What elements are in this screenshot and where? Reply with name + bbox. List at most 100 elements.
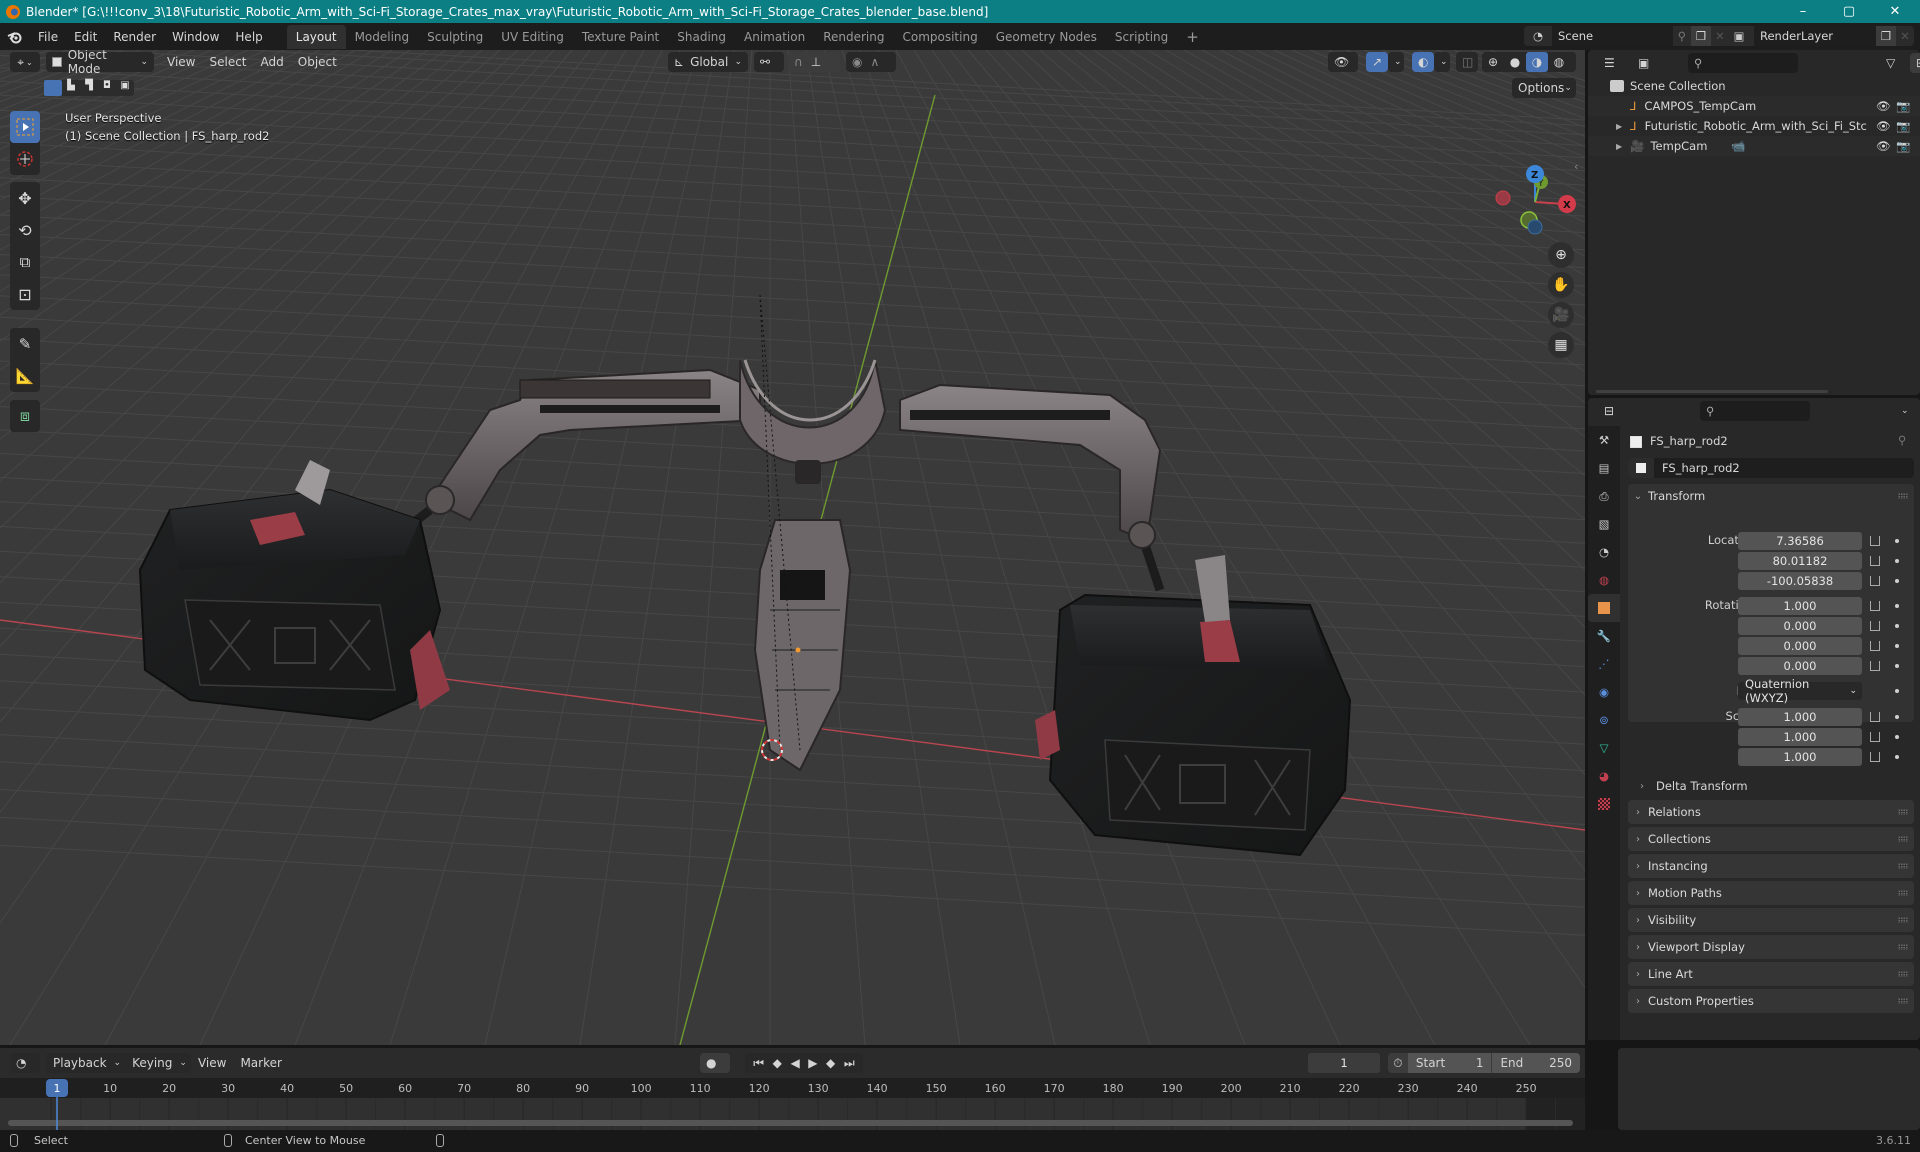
auto-keying-toggle[interactable]: ● xyxy=(700,1053,730,1073)
rotation-w-field[interactable]: 1.000 xyxy=(1738,597,1862,615)
gizmo-toggle[interactable]: ↗ xyxy=(1366,52,1388,72)
lock-icon[interactable] xyxy=(1870,621,1880,631)
object-browse-icon[interactable] xyxy=(1628,458,1654,478)
expand-arrow-icon[interactable]: ▶ xyxy=(1616,142,1622,151)
solid-shading-button[interactable]: ● xyxy=(1504,55,1526,69)
viewport-menu-select[interactable]: Select xyxy=(202,55,253,69)
select-intersect-button[interactable]: ▣ xyxy=(116,80,134,96)
select-new-button[interactable] xyxy=(44,80,62,96)
timeline-area[interactable]: 10 20 30 40 50 60 70 80 90 100 110 120 130 140 150 160 1… xyxy=(0,1078,1585,1130)
camera-view-button[interactable]: 🎥 xyxy=(1548,302,1574,328)
proportional-editing-toggle[interactable]: ◉ ∧ xyxy=(846,52,896,72)
tab-tool[interactable]: ⚒ xyxy=(1588,426,1620,454)
wireframe-shading-button[interactable]: ⊕ xyxy=(1482,55,1504,69)
timeline-editor-type[interactable]: ◔ xyxy=(10,1053,40,1073)
tab-particles[interactable]: ⋰ xyxy=(1588,650,1620,678)
tab-render[interactable]: ▤ xyxy=(1588,454,1620,482)
mode-dropdown[interactable]: Object Mode ⌄ xyxy=(46,50,154,76)
rendered-shading-button[interactable]: ◍ xyxy=(1548,55,1570,69)
menu-window[interactable]: Window xyxy=(164,26,227,48)
current-frame-field[interactable]: 1 xyxy=(1308,1053,1380,1073)
outliner-row-scene-collection[interactable]: Scene Collection xyxy=(1588,76,1920,96)
end-frame-field[interactable]: End 250 xyxy=(1492,1053,1580,1073)
scene-selector[interactable]: ◔ Scene ⚲ ❐ ✕ xyxy=(1524,26,1729,46)
tab-material[interactable]: ◕ xyxy=(1588,762,1620,790)
next-keyframe-button[interactable]: ◆ xyxy=(826,1056,835,1070)
zoom-view-button[interactable]: ⊕ xyxy=(1548,242,1574,268)
timeline-menu-view[interactable]: View xyxy=(191,1056,233,1070)
material-preview-shading-button[interactable]: ◑ xyxy=(1526,52,1548,72)
drag-handle-icon[interactable] xyxy=(1898,863,1908,869)
tab-modifiers[interactable]: 🔧 xyxy=(1588,622,1620,650)
tool-move[interactable]: ✥ xyxy=(10,182,40,214)
outliner-scrollbar[interactable] xyxy=(1596,390,1828,393)
tool-scale[interactable]: ⧉ xyxy=(10,246,40,278)
minimize-button[interactable]: – xyxy=(1780,0,1826,23)
xray-toggle[interactable]: ◫ xyxy=(1456,52,1478,72)
menu-render[interactable]: Render xyxy=(105,26,164,48)
rotation-x-field[interactable]: 0.000 xyxy=(1738,617,1862,635)
panel-viewport-display[interactable]: › Viewport Display xyxy=(1628,935,1914,959)
perspective-toggle-button[interactable]: ▦ xyxy=(1548,332,1574,358)
tab-scene[interactable]: ◔ xyxy=(1588,538,1620,566)
tab-uv-editing[interactable]: UV Editing xyxy=(492,25,573,49)
new-scene-icon[interactable]: ❐ xyxy=(1691,26,1711,46)
editor-type-button[interactable]: ⌖ ⌄ xyxy=(10,52,40,72)
lock-icon[interactable] xyxy=(1870,601,1880,611)
properties-search-input[interactable]: ⚲ xyxy=(1700,401,1810,421)
panel-line-art[interactable]: › Line Art xyxy=(1628,962,1914,986)
sidebar-toggle-arrow[interactable]: ‹ xyxy=(1574,160,1578,173)
outliner-row[interactable]: ▶ 🎥 TempCam 📹 👁 📷 xyxy=(1588,136,1920,156)
viewport-menu-object[interactable]: Object xyxy=(291,55,344,69)
rotation-mode-dropdown[interactable]: Quaternion (WXYZ) ⌄ xyxy=(1738,677,1862,705)
viewport-menu-add[interactable]: Add xyxy=(254,55,291,69)
tab-texture[interactable] xyxy=(1588,790,1620,818)
panel-visibility[interactable]: › Visibility xyxy=(1628,908,1914,932)
lock-icon[interactable] xyxy=(1870,712,1880,722)
tab-output[interactable]: ⎙ xyxy=(1588,482,1620,510)
drag-handle-icon[interactable] xyxy=(1898,493,1908,499)
visibility-eye-icon[interactable]: 👁 xyxy=(1876,99,1891,113)
drag-handle-icon[interactable] xyxy=(1898,809,1908,815)
keyframe-dot-icon[interactable] xyxy=(1895,644,1899,648)
rotation-z-field[interactable]: 0.000 xyxy=(1738,657,1862,675)
lock-icon[interactable] xyxy=(1870,752,1880,762)
select-subtract-button[interactable]: ▜ xyxy=(80,80,98,96)
delta-transform-subpanel[interactable]: › Delta Transform xyxy=(1640,776,1748,796)
tab-geometry-nodes[interactable]: Geometry Nodes xyxy=(987,25,1106,49)
scene-name[interactable]: Scene xyxy=(1552,26,1673,46)
new-collection-button[interactable]: ⊞ xyxy=(1910,53,1920,73)
keyframe-dot-icon[interactable] xyxy=(1895,664,1899,668)
tab-rendering[interactable]: Rendering xyxy=(814,25,893,49)
panel-motion-paths[interactable]: › Motion Paths xyxy=(1628,881,1914,905)
location-y-field[interactable]: 80.01182 xyxy=(1738,552,1862,570)
keyframe-dot-icon[interactable] xyxy=(1895,604,1899,608)
lock-icon[interactable] xyxy=(1870,661,1880,671)
lock-icon[interactable] xyxy=(1870,536,1880,546)
scale-z-field[interactable]: 1.000 xyxy=(1738,748,1862,766)
timeline-menu-keying[interactable]: Keying xyxy=(125,1056,179,1070)
expand-arrow-icon[interactable]: ▶ xyxy=(1616,122,1622,131)
location-x-field[interactable]: 7.36586 xyxy=(1738,532,1862,550)
pin-icon[interactable]: ⚲ xyxy=(1673,29,1691,43)
lock-icon[interactable] xyxy=(1870,732,1880,742)
transform-panel-header[interactable]: ⌄ Transform xyxy=(1628,484,1914,508)
keyframe-dot-icon[interactable] xyxy=(1895,715,1899,719)
display-mode-dropdown[interactable]: ▣ xyxy=(1632,53,1662,73)
transform-orientation-dropdown[interactable]: ⊾ Global ⌄ xyxy=(668,52,748,72)
panel-relations[interactable]: › Relations xyxy=(1628,800,1914,824)
jump-end-button[interactable]: ⏭ xyxy=(844,1056,855,1071)
tool-annotate[interactable]: ✎ xyxy=(10,328,40,360)
navigation-gizmo[interactable]: Y Z X xyxy=(1495,165,1576,235)
select-invert-button[interactable]: ◘ xyxy=(98,80,116,96)
visibility-dropdown[interactable]: 👁 xyxy=(1328,52,1358,72)
scale-y-field[interactable]: 1.000 xyxy=(1738,728,1862,746)
keyframe-dot-icon[interactable] xyxy=(1895,624,1899,628)
visibility-eye-icon[interactable]: 👁 xyxy=(1876,139,1891,153)
outliner-row[interactable]: ▶ ⅃ Futuristic_Robotic_Arm_with_Sci_Fi_S… xyxy=(1588,116,1920,136)
stopwatch-icon[interactable]: ⏱ xyxy=(1388,1056,1408,1071)
keyframe-dot-icon[interactable] xyxy=(1895,689,1899,693)
play-reverse-button[interactable]: ◀ xyxy=(790,1056,799,1070)
tab-texture-paint[interactable]: Texture Paint xyxy=(573,25,668,49)
keyframe-dot-icon[interactable] xyxy=(1895,755,1899,759)
